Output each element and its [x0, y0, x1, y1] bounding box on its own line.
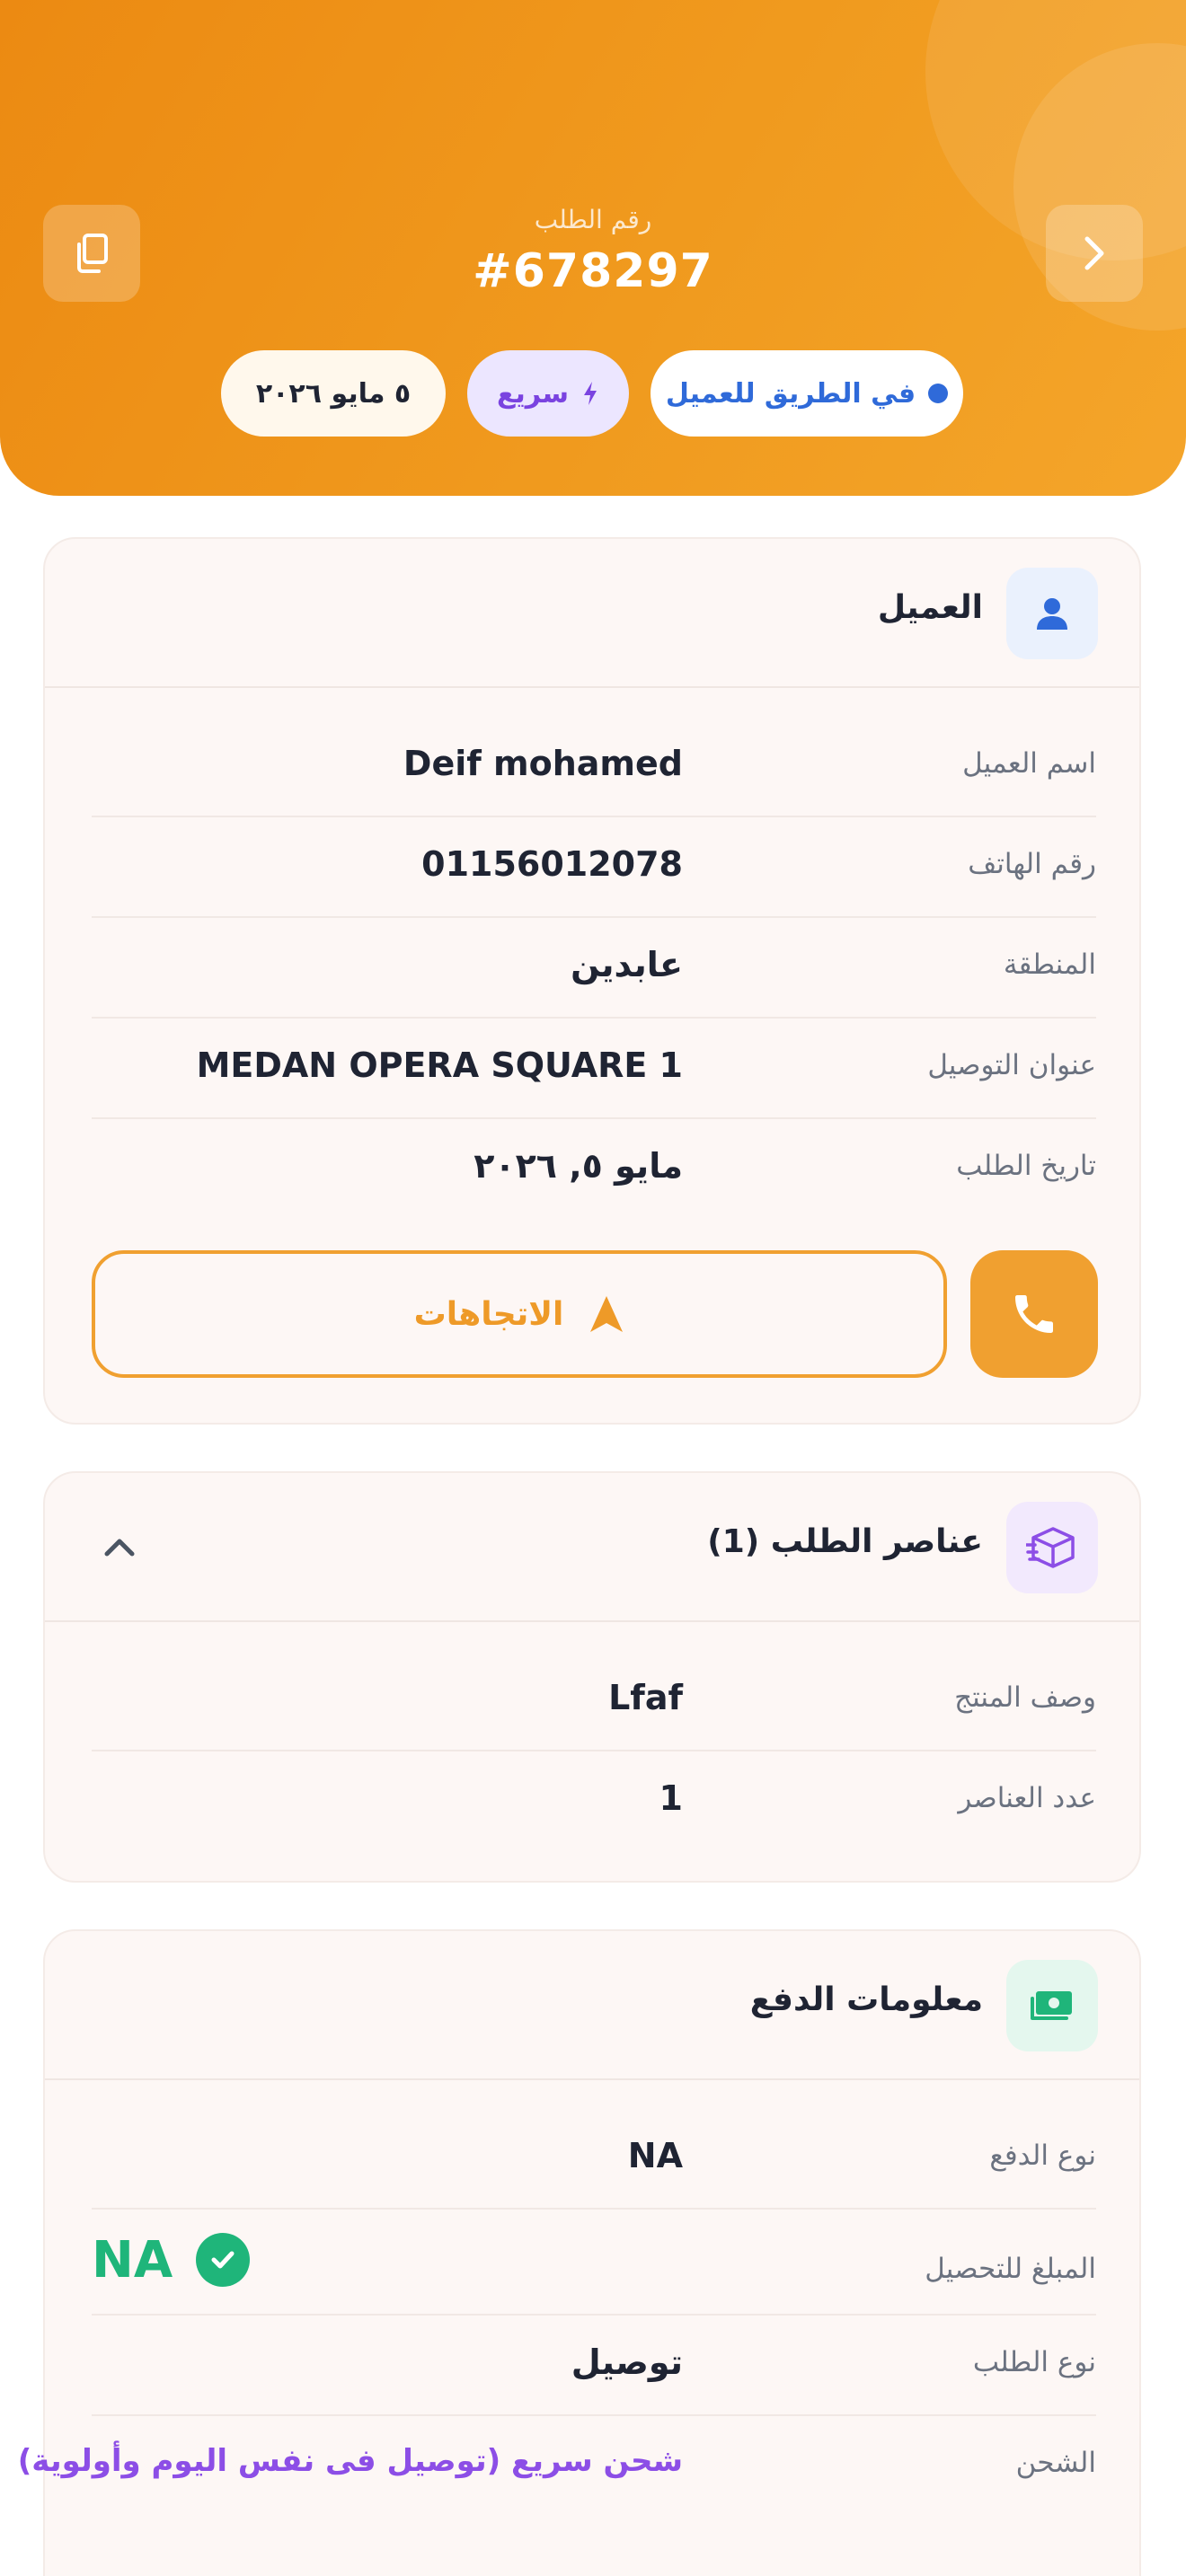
directions-label: الاتجاهات — [413, 1295, 564, 1333]
money-icon — [1031, 1991, 1072, 2020]
directions-button[interactable]: الاتجاهات — [92, 1250, 947, 1378]
date-label: ٥ مايو ٢٠٢٦ — [255, 377, 412, 410]
navigation-icon — [590, 1296, 624, 1332]
order-items-card: عناصر الطلب (1) وصف المنتج Lfaf عدد العن… — [43, 1471, 1141, 1883]
package-icon — [1026, 1527, 1075, 1568]
row-label: الشحن — [1015, 2447, 1096, 2479]
amount-to-collect-row: المبلغ للتحصيل NA — [92, 2210, 1096, 2316]
card-title: العميل — [877, 589, 983, 626]
row-label: المبلغ للتحصيل — [925, 2253, 1096, 2285]
customer-icon-box — [1006, 568, 1098, 659]
order-type-row: نوع الطلب توصيل — [92, 2316, 1096, 2416]
customer-name-value: Deif mohamed — [403, 744, 683, 783]
check-circle-icon — [196, 2233, 251, 2287]
row-label: نوع الدفع — [989, 2139, 1096, 2172]
amount-to-collect-value: NA — [92, 2230, 173, 2289]
order-type-value: توصيل — [571, 2342, 683, 2382]
priority-label: سريع — [497, 377, 569, 410]
row-label: نوع الطلب — [972, 2346, 1096, 2378]
shipping-row: الشحن شحن سريع (توصيل فى نفس اليوم وأولو… — [18, 2416, 1096, 2517]
address-value: MEDAN OPERA SQUARE 1 — [196, 1045, 683, 1085]
row-label: اسم العميل — [962, 747, 1096, 780]
order-date-value: مايو ٥, ٢٠٢٦ — [474, 1146, 683, 1186]
priority-badge: سريع — [467, 350, 629, 437]
row-label: رقم الهاتف — [968, 848, 1096, 880]
area-value: عابدين — [571, 945, 683, 984]
card-header[interactable]: عناصر الطلب (1) — [45, 1473, 1139, 1622]
date-badge: ٥ مايو ٢٠٢٦ — [221, 350, 446, 437]
order-number: #678297 — [473, 244, 713, 298]
row-label: عنوان التوصيل — [927, 1049, 1096, 1081]
product-description-row: وصف المنتج Lfaf — [92, 1651, 1096, 1751]
order-number-label: رقم الطلب — [534, 205, 652, 234]
payment-type-value: NA — [627, 2136, 683, 2175]
row-label: تاريخ الطلب — [956, 1150, 1096, 1182]
card-header: العميل — [45, 539, 1139, 688]
call-button[interactable] — [970, 1250, 1098, 1378]
status-badge: في الطريق للعميل — [651, 350, 963, 437]
product-description-value: Lfaf — [608, 1678, 683, 1717]
lightning-icon — [583, 382, 597, 405]
payment-icon-box — [1006, 1960, 1098, 2051]
phone-icon — [1015, 1295, 1053, 1333]
payment-type-row: نوع الدفع NA — [92, 2109, 1096, 2210]
row-label: عدد العناصر — [958, 1782, 1096, 1814]
chevron-right-icon — [1084, 236, 1104, 270]
card-title: عناصر الطلب (1) — [707, 1523, 983, 1560]
customer-card: العميل اسم العميل Deif mohamed رقم الهات… — [43, 537, 1141, 1425]
chevron-up-icon — [104, 1539, 135, 1557]
shipping-value: شحن سريع (توصيل فى نفس اليوم وأولوية) — [17, 2443, 683, 2479]
status-dot-icon — [928, 384, 949, 403]
card-title: معلومات الدفع — [749, 1981, 983, 2018]
area-row: المنطقة عابدين — [92, 918, 1096, 1019]
back-button[interactable] — [1046, 205, 1143, 302]
customer-name-row: اسم العميل Deif mohamed — [92, 717, 1096, 817]
row-label: المنطقة — [1003, 948, 1096, 981]
row-label: وصف المنتج — [954, 1681, 1096, 1714]
collapse-toggle[interactable] — [95, 1523, 144, 1572]
amount-value-group: NA — [92, 2210, 251, 2310]
address-row: عنوان التوصيل MEDAN OPERA SQUARE 1 — [92, 1019, 1096, 1119]
items-icon-box — [1006, 1502, 1098, 1593]
phone-value: 01156012078 — [421, 844, 683, 884]
item-count-row: عدد العناصر 1 — [92, 1751, 1096, 1852]
user-icon — [1037, 598, 1067, 630]
order-header: رقم الطلب #678297 في الطريق للعميل سريع … — [0, 0, 1186, 496]
order-date-row: تاريخ الطلب مايو ٥, ٢٠٢٦ — [92, 1119, 1096, 1220]
status-label: في الطريق للعميل — [665, 377, 916, 410]
payment-card: معلومات الدفع نوع الدفع NA المبلغ للتحصي… — [18, 1929, 1141, 2576]
phone-row: رقم الهاتف 01156012078 — [92, 817, 1096, 918]
item-count-value: 1 — [659, 1778, 683, 1818]
card-header: معلومات الدفع — [45, 1931, 1139, 2080]
